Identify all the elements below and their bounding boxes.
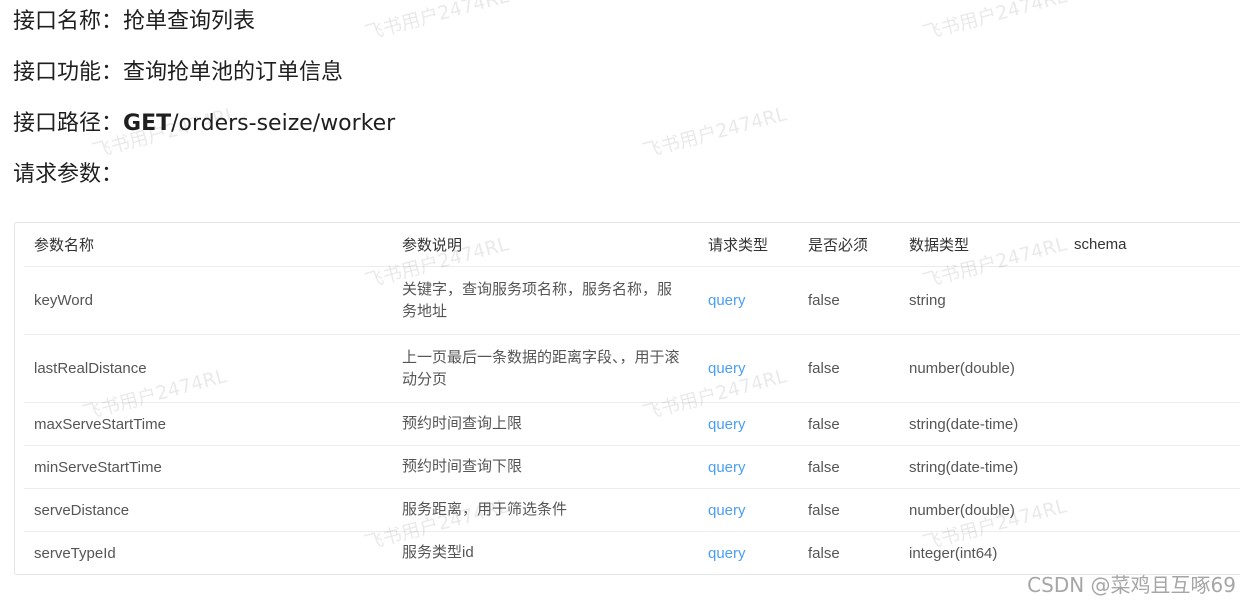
- cell-data-type: number(double): [899, 334, 1064, 403]
- cell-param-name: serveTypeId: [34, 544, 116, 562]
- params-label: 请求参数：: [13, 162, 124, 187]
- header-param-desc: 参数说明: [392, 223, 698, 267]
- cell-required: false: [798, 334, 899, 403]
- table-row: keyWord 关键字，查询服务项名称，服务名称，服务地址 query fals…: [24, 266, 1240, 335]
- cell-param-desc: 服务类型id: [402, 544, 474, 561]
- watermark: 飞书用户2474RL: [362, 0, 511, 45]
- header-schema: schema: [1064, 223, 1240, 267]
- cell-data-type: string(date-time): [899, 402, 1064, 446]
- cell-param-desc: 上一页最后一条数据的距离字段、，用于滚动分页: [392, 334, 698, 403]
- cell-param-desc: 预约时间查询上限: [392, 402, 698, 446]
- watermark: 飞书用户2474RL: [920, 0, 1069, 45]
- cell-request-type: query: [698, 402, 798, 446]
- cell-param-name: lastRealDistance: [24, 334, 392, 403]
- watermark: 飞书用户2474RL: [640, 103, 789, 163]
- cell-schema: [1064, 532, 1240, 575]
- cell-data-type: number(double): [899, 488, 1064, 532]
- api-method: GET: [123, 111, 172, 136]
- cell-request-type: query: [708, 544, 746, 562]
- api-name-line: 接口名称：抢单查询列表: [13, 7, 255, 37]
- cell-param-desc: 服务距离，用于筛选条件: [392, 488, 698, 532]
- cell-data-type: string(date-time): [899, 445, 1064, 489]
- table-row: lastRealDistance 上一页最后一条数据的距离字段、，用于滚动分页 …: [24, 334, 1240, 403]
- cell-request-type: query: [698, 334, 798, 403]
- cell-param-name: minServeStartTime: [24, 445, 392, 489]
- cell-required: false: [808, 544, 840, 562]
- api-path-value: /orders-seize/worker: [171, 111, 396, 136]
- api-function-value: 查询抢单池的订单信息: [123, 60, 344, 85]
- table-header-row: 参数名称 参数说明 请求类型 是否必须 数据类型 schema: [24, 223, 1240, 267]
- header-param-name: 参数名称: [24, 223, 392, 267]
- cell-request-type: query: [698, 266, 798, 335]
- csdn-author-watermark: CSDN @菜鸡且互啄69: [1027, 573, 1236, 597]
- table-row: maxServeStartTime 预约时间查询上限 query false s…: [24, 402, 1240, 446]
- cell-required: false: [798, 445, 899, 489]
- params-table-container: 参数名称 参数说明 请求类型 是否必须 数据类型 schema keyWord …: [14, 222, 1240, 575]
- cell-required: false: [798, 488, 899, 532]
- header-required: 是否必须: [798, 223, 899, 267]
- cell-required: false: [798, 266, 899, 335]
- table-row: serveTypeId 服务类型id query false integer(i…: [24, 532, 1240, 575]
- cell-schema: [1064, 402, 1240, 446]
- api-name-label: 接口名称：: [13, 9, 124, 34]
- cell-param-name: serveDistance: [24, 488, 392, 532]
- params-table: 参数名称 参数说明 请求类型 是否必须 数据类型 schema keyWord …: [24, 223, 1240, 574]
- api-name-value: 抢单查询列表: [123, 9, 256, 34]
- header-request-type: 请求类型: [698, 223, 798, 267]
- cell-schema: [1064, 266, 1240, 335]
- cell-data-type: string: [899, 266, 1064, 335]
- params-label-line: 请求参数：: [13, 160, 123, 190]
- table-row: minServeStartTime 预约时间查询下限 query false s…: [24, 445, 1240, 489]
- cell-schema: [1064, 488, 1240, 532]
- table-row: serveDistance 服务距离，用于筛选条件 query false nu…: [24, 488, 1240, 532]
- cell-data-type: integer(int64): [909, 544, 998, 562]
- cell-param-desc: 预约时间查询下限: [392, 445, 698, 489]
- api-function-label: 接口功能：: [13, 60, 124, 85]
- cell-request-type: query: [698, 488, 798, 532]
- api-function-line: 接口功能：查询抢单池的订单信息: [13, 58, 343, 88]
- api-path-line: 接口路径：GET/orders-seize/worker: [13, 109, 395, 139]
- cell-schema: [1064, 445, 1240, 489]
- cell-param-desc: 关键字，查询服务项名称，服务名称，服务地址: [392, 266, 698, 335]
- api-path-label: 接口路径：: [13, 111, 124, 136]
- cell-required: false: [798, 402, 899, 446]
- cell-schema: [1064, 334, 1240, 403]
- cell-param-name: keyWord: [24, 266, 392, 335]
- cell-request-type: query: [698, 445, 798, 489]
- header-data-type: 数据类型: [899, 223, 1064, 267]
- cell-param-name: maxServeStartTime: [24, 402, 392, 446]
